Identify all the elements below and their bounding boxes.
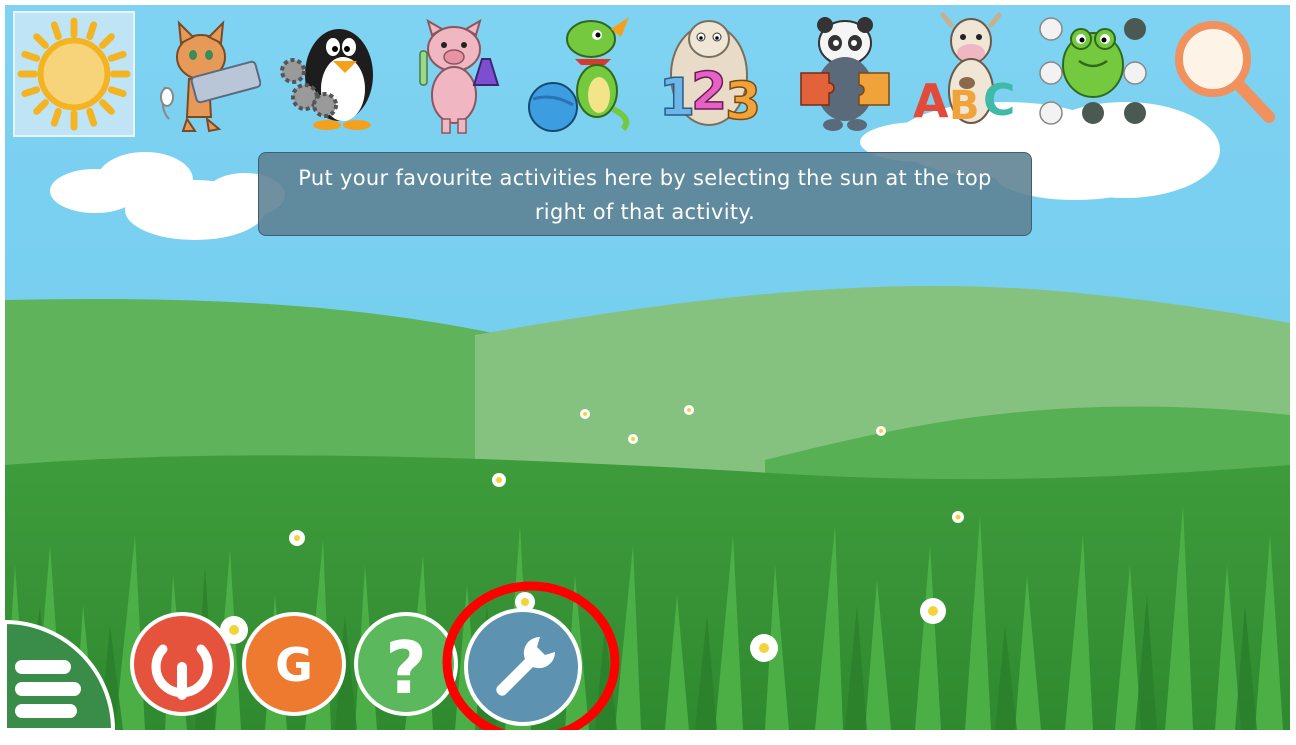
quit-button[interactable] (129, 611, 235, 717)
highlight-ring (442, 581, 620, 730)
menu-icon (5, 619, 116, 730)
svg-text:1: 1 (659, 68, 695, 128)
svg-text:B: B (949, 83, 980, 129)
category-search-button[interactable] (1167, 9, 1279, 137)
favourites-hint-message: Put your favourite activities here by se… (258, 152, 1032, 236)
category-reading-button[interactable]: A B C (911, 9, 1023, 137)
category-computer-button[interactable] (149, 9, 262, 137)
magnifier-icon (1175, 21, 1275, 123)
svg-text:C: C (983, 75, 1015, 126)
category-science-button[interactable] (400, 9, 512, 137)
pig-chemistry-icon (419, 18, 500, 134)
svg-text:?: ? (385, 626, 427, 710)
svg-text:3: 3 (725, 72, 761, 132)
category-discovery-button[interactable] (273, 9, 385, 137)
menu-button[interactable] (5, 619, 116, 730)
svg-text:2: 2 (691, 62, 727, 122)
category-math-button[interactable]: 1 2 3 (653, 9, 765, 137)
power-icon (130, 612, 234, 716)
category-favourites-button[interactable] (13, 11, 135, 137)
gcompris-g-icon: G (242, 612, 346, 716)
penguin-gears-icon (280, 29, 373, 130)
category-puzzle-button[interactable] (789, 9, 901, 137)
main-scene: 1 2 3 A B C Put your favourite activitie… (5, 5, 1290, 730)
category-strategy-button[interactable] (1037, 9, 1149, 137)
dragon-ball-icon (528, 17, 630, 132)
sun-icon (17, 17, 131, 131)
frog-board-game-icon (1039, 17, 1147, 125)
about-button[interactable]: G (241, 611, 347, 717)
sheep-123-icon: 1 2 3 (658, 20, 762, 133)
svg-text:A: A (913, 74, 949, 128)
category-fun-button[interactable] (525, 9, 637, 137)
cat-keyboard-icon (160, 20, 262, 133)
svg-text:G: G (275, 638, 313, 692)
panda-puzzle-icon (800, 17, 890, 131)
cow-abc-icon: A B C (913, 12, 1015, 129)
